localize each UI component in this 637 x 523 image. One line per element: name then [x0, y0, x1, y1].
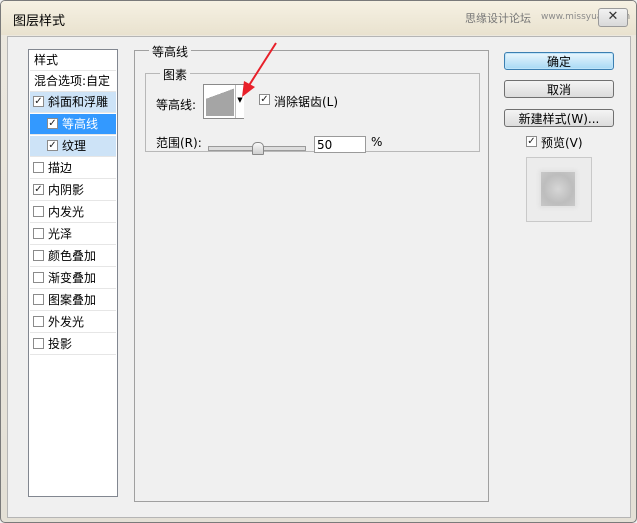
layer-style-dialog: 图层样式 思缘设计论坛 www.missyuan.com ✕ 样式 混合选项:自…: [0, 0, 637, 523]
annotation-arrow-icon: [242, 42, 277, 97]
